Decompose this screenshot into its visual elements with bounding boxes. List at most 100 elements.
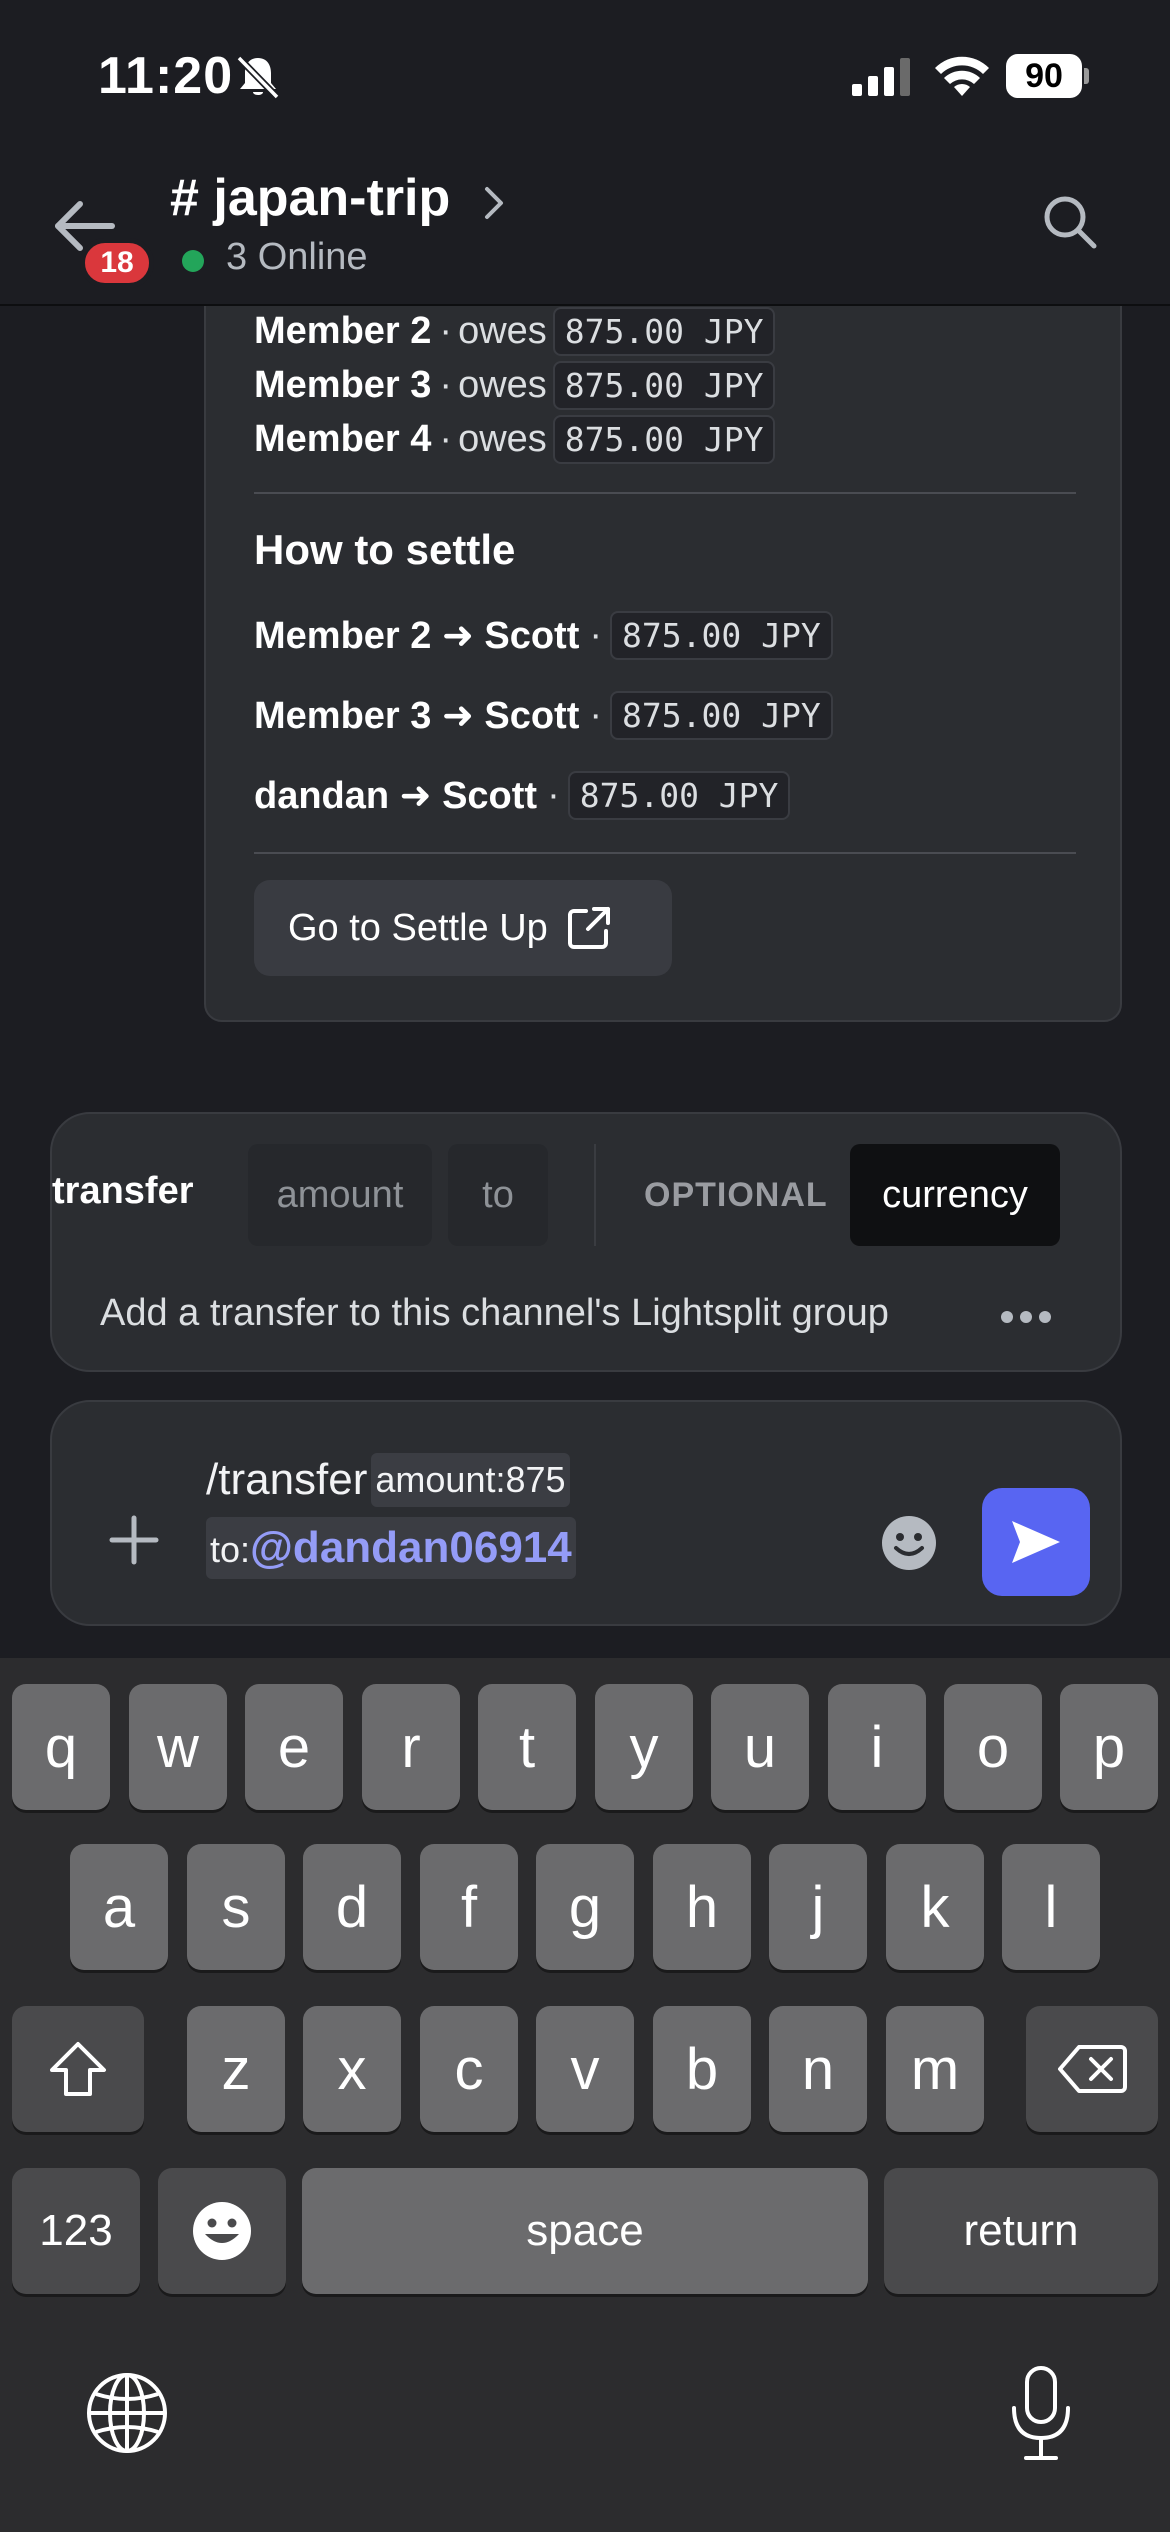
settle-button-label: Go to Settle Up bbox=[288, 906, 548, 949]
key-s[interactable]: s bbox=[187, 1844, 285, 1970]
amount-param-value: 875 bbox=[505, 1459, 566, 1500]
key-r[interactable]: r bbox=[362, 1684, 460, 1810]
bell-muted-icon bbox=[236, 55, 280, 100]
slash-command-text: /transfer bbox=[206, 1455, 368, 1504]
amount-chip: 875.00 JPY bbox=[552, 306, 776, 356]
shift-icon bbox=[50, 2042, 106, 2096]
key-e[interactable]: e bbox=[245, 1684, 343, 1810]
emoji-key[interactable] bbox=[158, 2168, 286, 2294]
balance-embed-card: Member 2 · owes 875.00 JPY Member 3 · ow… bbox=[204, 250, 1122, 1022]
option-currency[interactable]: currency bbox=[850, 1144, 1060, 1246]
ios-keyboard: q w e r t y u i o p a s d f g h j k l z … bbox=[0, 1658, 1170, 2532]
go-to-settle-up-button[interactable]: Go to Settle Up bbox=[254, 880, 672, 976]
key-y[interactable]: y bbox=[595, 1684, 693, 1810]
composer-line: to:@dandan06914 bbox=[206, 1516, 576, 1580]
amount-chip: 875.00 JPY bbox=[610, 690, 833, 740]
separator: · bbox=[589, 613, 603, 656]
settlement-parties: Member 2 ➜ Scott bbox=[254, 614, 580, 657]
unread-badge: 18 bbox=[80, 238, 154, 288]
shift-key[interactable] bbox=[12, 2006, 144, 2132]
to-param-chip[interactable]: to:@dandan06914 bbox=[206, 1517, 576, 1579]
user-mention: @dandan06914 bbox=[250, 1523, 572, 1572]
key-i[interactable]: i bbox=[828, 1684, 926, 1810]
channel-header: 18 # japan-trip 3 Online bbox=[0, 150, 1170, 306]
amount-param-label: amount: bbox=[375, 1459, 506, 1500]
key-h[interactable]: h bbox=[653, 1844, 751, 1970]
options-divider bbox=[594, 1144, 596, 1246]
key-l[interactable]: l bbox=[1002, 1844, 1100, 1970]
owes-label: owes bbox=[458, 309, 547, 352]
key-p[interactable]: p bbox=[1060, 1684, 1158, 1810]
key-u[interactable]: u bbox=[711, 1684, 809, 1810]
member-name: Member 2 bbox=[254, 309, 432, 352]
member-name: Member 3 bbox=[254, 363, 432, 406]
amount-chip: 875.00 JPY bbox=[552, 414, 776, 464]
owe-row: Member 4 · owes 875.00 JPY bbox=[254, 414, 776, 464]
emoji-keyboard-icon bbox=[193, 2202, 251, 2260]
space-key[interactable]: space bbox=[302, 2168, 868, 2294]
key-n[interactable]: n bbox=[769, 2006, 867, 2132]
command-description: Add a transfer to this channel's Lightsp… bbox=[100, 1292, 889, 1334]
key-x[interactable]: x bbox=[303, 2006, 401, 2132]
owes-label: owes bbox=[458, 363, 547, 406]
key-m[interactable]: m bbox=[886, 2006, 984, 2132]
microphone-icon[interactable] bbox=[1006, 2364, 1076, 2464]
key-c[interactable]: c bbox=[420, 2006, 518, 2132]
option-amount[interactable]: amount bbox=[248, 1144, 432, 1246]
key-g[interactable]: g bbox=[536, 1844, 634, 1970]
key-k[interactable]: k bbox=[886, 1844, 984, 1970]
return-key[interactable]: return bbox=[884, 2168, 1158, 2294]
message-composer[interactable]: /transfer amount:875 to:@dandan06914 bbox=[50, 1400, 1122, 1626]
key-v[interactable]: v bbox=[536, 2006, 634, 2132]
send-button[interactable] bbox=[982, 1488, 1090, 1596]
more-options-icon[interactable] bbox=[1000, 1308, 1052, 1326]
chevron-right-icon[interactable] bbox=[482, 184, 506, 222]
settlement-row: Member 3 ➜ Scott · 875.00 JPY bbox=[254, 686, 833, 744]
settle-heading: How to settle bbox=[254, 526, 516, 573]
key-z[interactable]: z bbox=[187, 2006, 285, 2132]
settlement-row: Member 2 ➜ Scott · 875.00 JPY bbox=[254, 606, 833, 664]
command-options-panel: transfer amount to OPTIONAL currency Add… bbox=[50, 1112, 1122, 1372]
key-q[interactable]: q bbox=[12, 1684, 110, 1810]
signal-icon bbox=[852, 58, 910, 96]
status-bar: 11:20 90 bbox=[0, 0, 1170, 150]
globe-icon[interactable] bbox=[84, 2370, 170, 2456]
online-count: 3 Online bbox=[226, 236, 368, 278]
separator: · bbox=[589, 693, 603, 736]
battery-level: 90 bbox=[1025, 57, 1063, 95]
owe-row: Member 2 · owes 875.00 JPY bbox=[254, 306, 776, 356]
key-w[interactable]: w bbox=[129, 1684, 227, 1810]
divider bbox=[254, 852, 1076, 854]
option-to[interactable]: to bbox=[448, 1144, 548, 1246]
channel-title[interactable]: # japan-trip bbox=[170, 168, 450, 228]
composer-line: /transfer amount:875 bbox=[206, 1450, 570, 1510]
separator: · bbox=[547, 773, 560, 816]
optional-label: OPTIONAL bbox=[644, 1176, 828, 1214]
member-name: Member 4 bbox=[254, 417, 432, 460]
key-b[interactable]: b bbox=[653, 2006, 751, 2132]
backspace-key[interactable] bbox=[1026, 2006, 1158, 2132]
command-name: transfer bbox=[52, 1170, 194, 1212]
key-a[interactable]: a bbox=[70, 1844, 168, 1970]
external-link-icon bbox=[567, 907, 610, 949]
numbers-key[interactable]: 123 bbox=[12, 2168, 140, 2294]
key-t[interactable]: t bbox=[478, 1684, 576, 1810]
to-param-label: to: bbox=[210, 1529, 251, 1570]
battery-icon: 90 bbox=[1006, 54, 1089, 98]
emoji-icon[interactable] bbox=[880, 1514, 938, 1572]
separator: · bbox=[439, 309, 453, 352]
key-f[interactable]: f bbox=[420, 1844, 518, 1970]
amount-chip: 875.00 JPY bbox=[610, 610, 833, 660]
settlement-row: dandan ➜ Scott · 875.00 JPY bbox=[254, 766, 791, 824]
online-status-dot bbox=[182, 250, 204, 272]
key-d[interactable]: d bbox=[303, 1844, 401, 1970]
plus-icon[interactable] bbox=[108, 1514, 160, 1566]
search-icon[interactable] bbox=[1038, 190, 1102, 254]
wifi-icon bbox=[935, 56, 989, 96]
amount-param-chip[interactable]: amount:875 bbox=[371, 1453, 570, 1507]
owes-label: owes bbox=[458, 417, 547, 460]
status-time: 11:20 bbox=[98, 47, 234, 105]
key-o[interactable]: o bbox=[944, 1684, 1042, 1810]
backspace-icon bbox=[1058, 2045, 1127, 2093]
key-j[interactable]: j bbox=[769, 1844, 867, 1970]
